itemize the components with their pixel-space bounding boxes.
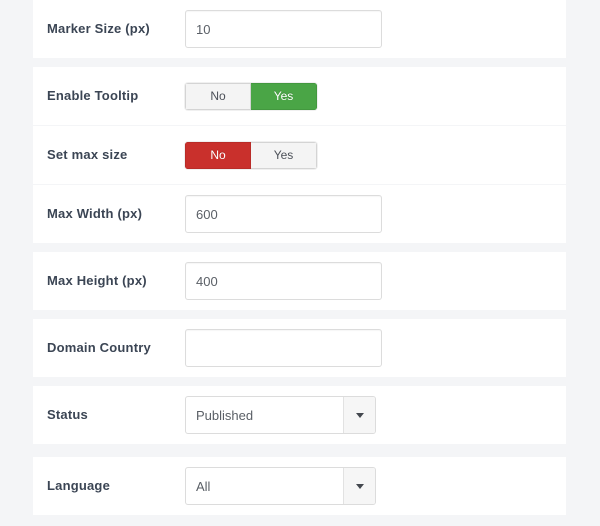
- label-marker-size: Marker Size (px): [47, 21, 150, 37]
- control-domain-country: [185, 329, 566, 367]
- domain-country-input[interactable]: [185, 329, 382, 367]
- form-row-status: Status Published: [33, 386, 566, 444]
- label-max-height: Max Height (px): [47, 273, 147, 289]
- control-max-width: [185, 195, 566, 233]
- control-enable-tooltip: No Yes: [185, 82, 566, 110]
- control-max-height: [185, 262, 566, 300]
- status-select[interactable]: Published: [185, 396, 376, 434]
- control-language: All: [185, 467, 566, 505]
- form-row-max-width: Max Width (px): [33, 185, 566, 243]
- max-width-input[interactable]: [185, 195, 382, 233]
- chevron-down-icon: [355, 483, 364, 489]
- enable-tooltip-option-no[interactable]: No: [185, 82, 251, 110]
- label-status: Status: [47, 407, 88, 423]
- set-max-size-option-yes[interactable]: Yes: [251, 141, 317, 169]
- control-marker-size: [185, 10, 566, 48]
- label-set-max-size: Set max size: [47, 147, 128, 163]
- label-domain-country: Domain Country: [47, 340, 151, 356]
- settings-form: Marker Size (px) Enable Tooltip No Yes S…: [0, 0, 600, 526]
- set-max-size-toggle[interactable]: No Yes: [185, 141, 317, 169]
- label-enable-tooltip: Enable Tooltip: [47, 88, 139, 104]
- form-row-max-height: Max Height (px): [33, 252, 566, 310]
- marker-size-input[interactable]: [185, 10, 382, 48]
- status-select-arrow[interactable]: [343, 397, 375, 433]
- control-set-max-size: No Yes: [185, 141, 566, 169]
- label-max-width: Max Width (px): [47, 206, 143, 222]
- language-select[interactable]: All: [185, 467, 376, 505]
- form-row-marker-size: Marker Size (px): [33, 0, 566, 58]
- control-status: Published: [185, 396, 566, 434]
- status-select-value: Published: [196, 407, 254, 423]
- enable-tooltip-option-yes[interactable]: Yes: [251, 82, 317, 110]
- form-row-language: Language All: [33, 457, 566, 515]
- language-select-arrow[interactable]: [343, 468, 375, 504]
- language-select-value: All: [196, 478, 211, 494]
- form-row-enable-tooltip: Enable Tooltip No Yes: [33, 67, 566, 125]
- form-row-domain-country: Domain Country: [33, 319, 566, 377]
- max-height-input[interactable]: [185, 262, 382, 300]
- form-row-set-max-size: Set max size No Yes: [33, 126, 566, 184]
- chevron-down-icon: [355, 412, 364, 418]
- set-max-size-option-no[interactable]: No: [185, 141, 251, 169]
- enable-tooltip-toggle[interactable]: No Yes: [185, 82, 317, 110]
- label-language: Language: [47, 478, 110, 494]
